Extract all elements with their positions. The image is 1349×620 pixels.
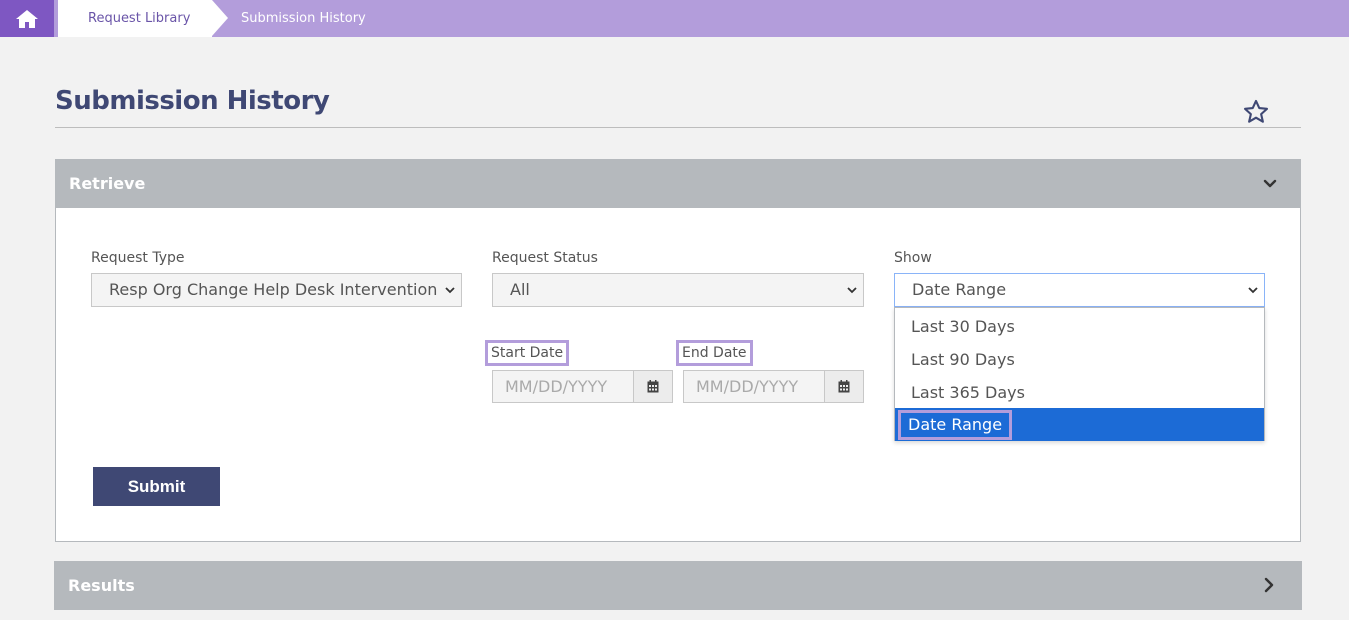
breadcrumb-bar: Request Library Submission History: [0, 0, 1349, 37]
show-option-last-30-days[interactable]: Last 30 Days: [895, 310, 1264, 343]
end-date-calendar-button[interactable]: [824, 370, 864, 403]
show-dropdown-list: Last 30 Days Last 90 Days Last 365 Days …: [894, 307, 1265, 441]
home-icon: [16, 9, 38, 28]
title-divider: [55, 127, 1301, 128]
breadcrumb-separator: [212, 0, 228, 36]
request-type-select[interactable]: Resp Org Change Help Desk Intervention: [91, 273, 462, 307]
show-value: Date Range: [912, 280, 1007, 299]
show-option-last-365-days[interactable]: Last 365 Days: [895, 376, 1264, 409]
show-select[interactable]: Date Range: [894, 273, 1265, 307]
page-title: Submission History: [55, 86, 330, 116]
results-panel-header[interactable]: Results: [54, 561, 1302, 610]
chevron-down-icon[interactable]: [1262, 176, 1278, 192]
home-button[interactable]: [0, 0, 54, 37]
start-date-label: Start Date: [485, 340, 570, 366]
calendar-icon: [838, 380, 850, 393]
calendar-icon: [647, 380, 659, 393]
request-type-value: Resp Org Change Help Desk Intervention: [109, 280, 438, 299]
show-option-last-90-days[interactable]: Last 90 Days: [895, 343, 1264, 376]
request-status-select[interactable]: All: [492, 273, 864, 307]
star-outline-icon[interactable]: [1242, 98, 1270, 126]
request-status-value: All: [510, 280, 530, 299]
request-type-label: Request Type: [91, 250, 185, 266]
show-option-date-range-label: Date Range: [898, 410, 1013, 440]
start-date-input[interactable]: MM/DD/YYYY: [492, 370, 634, 403]
results-panel-title: Results: [68, 576, 135, 595]
breadcrumb-request-library[interactable]: Request Library: [58, 0, 212, 37]
chevron-right-icon[interactable]: [1262, 577, 1276, 593]
breadcrumb-submission-history: Submission History: [241, 11, 366, 26]
retrieve-panel-header[interactable]: Retrieve: [56, 160, 1300, 208]
start-date-calendar-button[interactable]: [633, 370, 673, 403]
show-label: Show: [894, 250, 932, 266]
end-date-label: End Date: [676, 340, 753, 366]
submit-button[interactable]: Submit: [93, 467, 220, 506]
chevron-down-icon: [445, 287, 455, 294]
chevron-down-icon: [1248, 287, 1258, 294]
chevron-down-icon: [847, 287, 857, 294]
request-status-label: Request Status: [492, 250, 598, 266]
retrieve-panel-title: Retrieve: [69, 174, 146, 193]
show-option-date-range[interactable]: Date Range: [895, 408, 1264, 441]
end-date-input[interactable]: MM/DD/YYYY: [683, 370, 825, 403]
